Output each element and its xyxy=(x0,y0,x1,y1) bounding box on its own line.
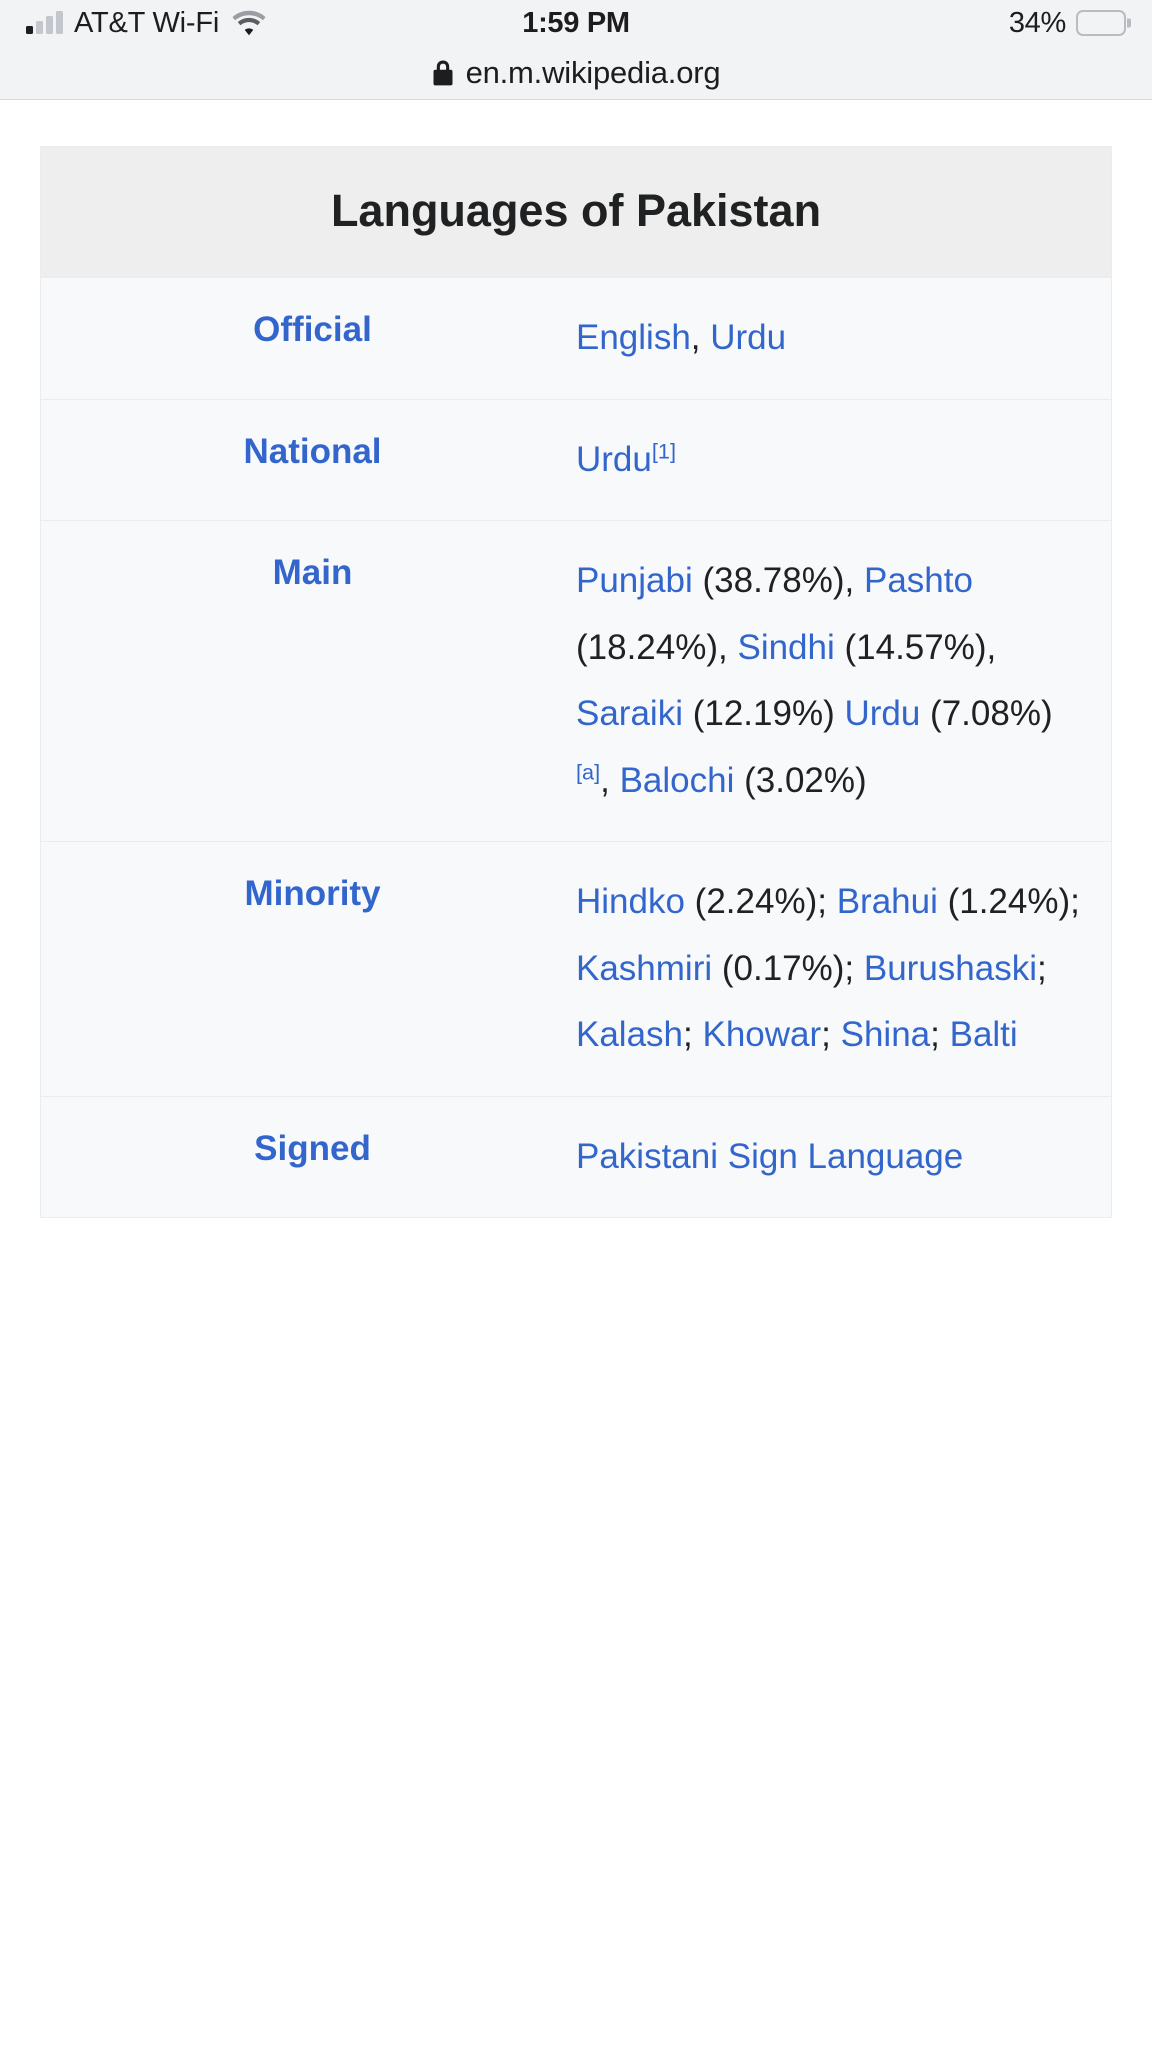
language-link[interactable]: Pakistani Sign Language xyxy=(576,1137,963,1176)
value-text: (14.57%), xyxy=(834,627,997,667)
infobox-label-minority: Minority xyxy=(244,874,381,913)
battery-icon xyxy=(1076,10,1126,36)
language-link[interactable]: Hindko xyxy=(576,882,685,921)
carrier-label: AT&T Wi-Fi xyxy=(74,6,220,39)
language-link[interactable]: Sindhi xyxy=(737,628,834,667)
language-link[interactable]: Balti xyxy=(950,1015,1018,1054)
lock-icon xyxy=(433,60,453,85)
value-text: (1.24%); xyxy=(937,882,1080,921)
value-text: ; xyxy=(821,1015,841,1054)
language-link[interactable]: Urdu xyxy=(710,318,786,357)
value-text: (38.78%), xyxy=(692,561,864,600)
value-text: (18.24%), xyxy=(576,627,738,667)
infobox-title: Languages of Pakistan xyxy=(40,146,1112,278)
value-text: ; xyxy=(1037,948,1047,988)
value-text: (0.17%); xyxy=(712,948,864,988)
infobox-title-row: Languages of Pakistan xyxy=(40,146,1112,278)
language-link[interactable]: Brahui xyxy=(837,882,938,921)
reference-marker[interactable]: [1] xyxy=(652,438,676,463)
language-link[interactable]: Kalash xyxy=(576,1015,683,1054)
value-text: , xyxy=(690,318,711,357)
status-bar-right: 34% xyxy=(1009,7,1126,40)
article-body: Languages of Pakistan Official English, … xyxy=(0,100,1152,1218)
table-row: Minority Hindko (2.24%); Brahui (1.24%);… xyxy=(40,842,1112,1097)
reference-marker[interactable]: [a] xyxy=(576,759,600,784)
cellular-signal-icon xyxy=(26,11,63,34)
ios-status-bar: AT&T Wi-Fi 1:59 PM 34% xyxy=(0,0,1152,46)
language-link[interactable]: Shina xyxy=(841,1015,931,1054)
infobox-value-minority: Hindko (2.24%); Brahui (1.24%); Kashmiri… xyxy=(576,842,1112,1097)
infobox-value-official: English, Urdu xyxy=(576,278,1112,400)
wifi-icon xyxy=(232,10,266,36)
language-link[interactable]: Kashmiri xyxy=(576,949,712,988)
browser-url-bar[interactable]: en.m.wikipedia.org xyxy=(0,46,1152,100)
value-text: , xyxy=(600,760,620,800)
language-link[interactable]: Pashto xyxy=(864,561,973,600)
infobox-label-official: Official xyxy=(253,310,372,349)
language-link[interactable]: Urdu xyxy=(576,440,652,479)
value-text: ; xyxy=(930,1015,950,1054)
battery-percent-label: 34% xyxy=(1008,6,1066,39)
infobox-value-main: Punjabi (38.78%), Pashto (18.24%), Sindh… xyxy=(576,521,1112,842)
url-text: en.m.wikipedia.org xyxy=(465,54,721,90)
language-link[interactable]: Khowar xyxy=(702,1015,821,1054)
value-text: (3.02%) xyxy=(734,760,867,800)
language-link[interactable]: Punjabi xyxy=(576,561,693,600)
infobox-label-signed: Signed xyxy=(254,1128,371,1168)
table-row: Main Punjabi (38.78%), Pashto (18.24%), … xyxy=(40,521,1112,842)
infobox-label-main: Main xyxy=(272,553,353,592)
value-text: ; xyxy=(683,1015,703,1054)
value-text: (2.24%); xyxy=(684,882,837,921)
infobox-value-signed: Pakistani Sign Language xyxy=(576,1096,1112,1218)
table-row: Official English, Urdu xyxy=(40,278,1112,400)
status-bar-left: AT&T Wi-Fi xyxy=(26,7,266,40)
language-link[interactable]: Saraiki xyxy=(576,694,683,733)
value-text: (12.19%) xyxy=(682,694,845,733)
language-link[interactable]: Burushaski xyxy=(864,949,1037,988)
language-link[interactable]: English xyxy=(576,318,691,357)
languages-infobox: Languages of Pakistan Official English, … xyxy=(40,146,1112,1218)
infobox-value-national: Urdu[1] xyxy=(576,399,1112,521)
table-row: National Urdu[1] xyxy=(40,399,1112,521)
language-link[interactable]: Urdu xyxy=(844,694,920,733)
table-row: Signed Pakistani Sign Language xyxy=(41,1096,1112,1218)
language-link[interactable]: Balochi xyxy=(620,761,735,800)
infobox-label-national: National xyxy=(243,431,382,471)
value-text: (7.08%) xyxy=(920,694,1053,733)
